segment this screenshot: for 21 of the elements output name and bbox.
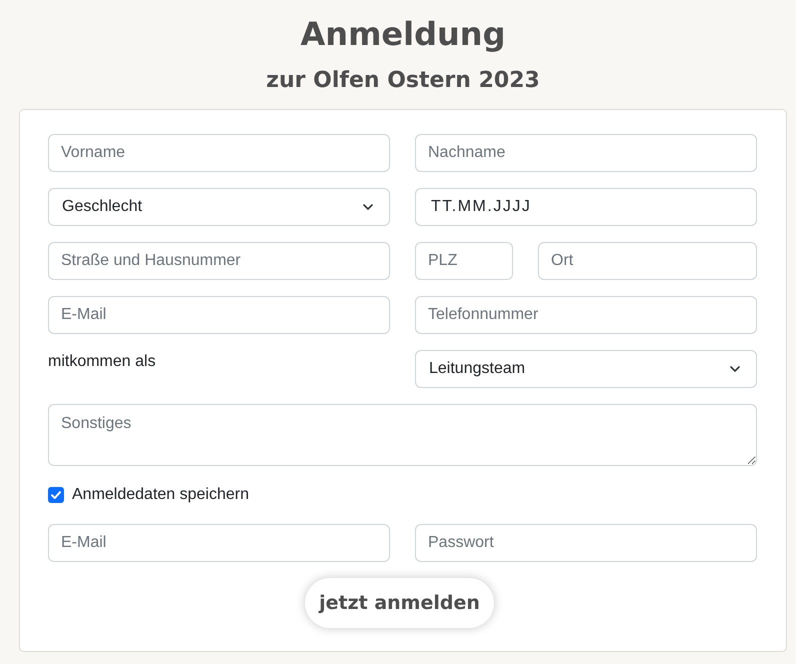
text-field[interactable]: Straße und Hausnummer	[48, 242, 390, 280]
text-field[interactable]: PLZ	[415, 242, 513, 280]
text-field[interactable]: Telefonnummer	[415, 296, 757, 334]
date-field[interactable]: TT.MM.JJJJ	[415, 188, 757, 226]
text-field[interactable]: E-Mail	[48, 296, 390, 334]
submit-button[interactable]: jetzt anmelden	[305, 578, 494, 628]
text-field[interactable]: E-Mail	[48, 524, 390, 562]
field-label: mitkommen als	[48, 352, 156, 372]
chevron-down-icon	[363, 204, 373, 210]
page-subtitle: zur Olfen Ostern 2023	[266, 67, 540, 95]
chevron-down-icon	[730, 366, 740, 372]
text-field[interactable]: Passwort	[415, 524, 757, 562]
text-area[interactable]: Sonstiges	[48, 404, 757, 466]
checkbox[interactable]	[48, 487, 64, 503]
text-field[interactable]: Ort	[538, 242, 757, 280]
dropdown[interactable]: Geschlecht	[48, 188, 390, 226]
text-field[interactable]: Nachname	[415, 134, 757, 172]
text-field[interactable]: Vorname	[48, 134, 390, 172]
checkbox-label[interactable]: Anmeldedaten speichern	[72, 483, 250, 507]
page-title: Anmeldung	[300, 14, 506, 54]
dropdown[interactable]: Leitungsteam	[415, 350, 757, 388]
